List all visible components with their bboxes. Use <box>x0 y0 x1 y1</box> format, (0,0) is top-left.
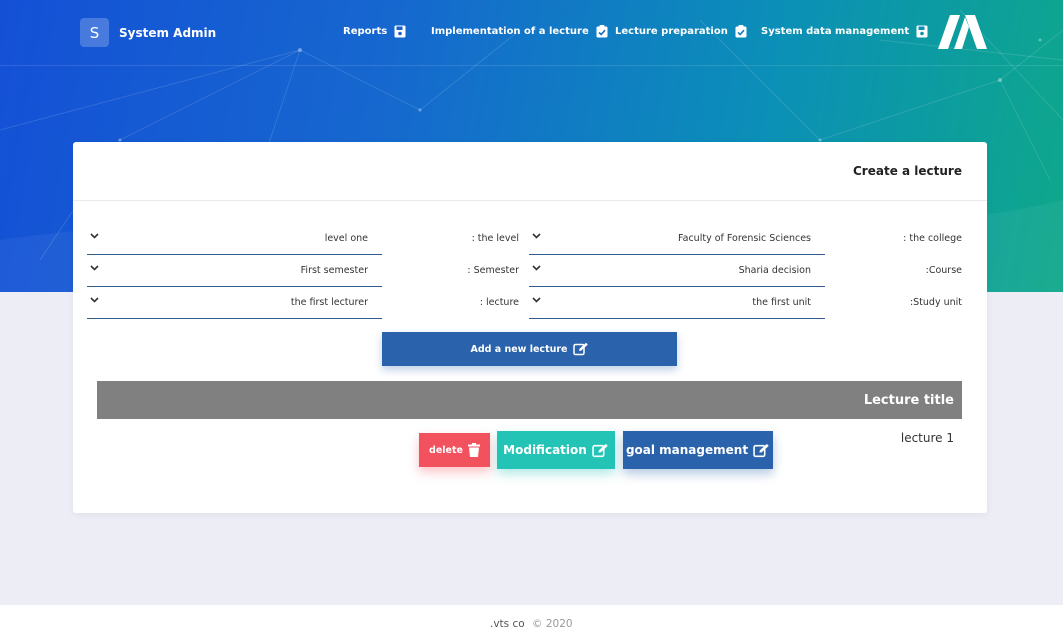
brand-badge: S <box>80 18 109 47</box>
column-header-lecture-title: Lecture title <box>863 393 954 408</box>
chevron-down-icon <box>532 297 541 303</box>
clipboard-check-icon <box>596 25 608 38</box>
brand-title: System Admin <box>119 25 217 40</box>
level-select[interactable]: level one <box>87 222 382 255</box>
course-select[interactable]: Sharia decision <box>529 254 825 287</box>
add-lecture-button[interactable]: Add a new lecture <box>382 332 677 366</box>
trash-icon <box>467 443 480 457</box>
lecturer-label: : lecture <box>479 297 519 308</box>
college-label: : the college <box>903 233 962 244</box>
card-title: Create a lecture <box>853 164 962 178</box>
card-divider <box>73 200 987 201</box>
footer-company: .vts co <box>490 618 525 630</box>
college-select[interactable]: Faculty of Forensic Sciences <box>529 222 825 255</box>
nav-item-implementation[interactable]: Implementation of a lecture <box>431 25 608 38</box>
edit-icon <box>572 342 588 356</box>
brand-logo-icon[interactable] <box>938 15 987 49</box>
chevron-down-icon <box>532 233 541 239</box>
nav-item-reports[interactable]: Reports <box>343 25 406 38</box>
level-value: level one <box>324 233 368 244</box>
course-label: :Course <box>925 265 962 276</box>
nav-item-label: Lecture preparation <box>615 26 728 37</box>
chevron-down-icon <box>90 265 99 271</box>
chevron-down-icon <box>532 265 541 271</box>
delete-label: delete <box>429 444 463 456</box>
college-value: Faculty of Forensic Sciences <box>678 233 811 244</box>
semester-select[interactable]: First semester <box>87 254 382 287</box>
goal-management-button[interactable]: goal management <box>623 431 773 469</box>
nav-item-label: System data management <box>761 26 910 37</box>
chevron-down-icon <box>90 297 99 303</box>
footer: .vts co © 2020 <box>0 605 1063 640</box>
save-icon <box>916 25 928 38</box>
nav-item-system-data-management[interactable]: System data management <box>761 25 928 38</box>
table-header: Lecture title <box>97 381 962 419</box>
course-value: Sharia decision <box>738 265 811 276</box>
goal-management-label: goal management <box>625 443 749 457</box>
modification-label: Modification <box>503 443 587 457</box>
semester-label: : Semester <box>467 265 519 276</box>
clipboard-check-icon <box>735 25 747 38</box>
create-lecture-card: Create a lecture level one : the level F… <box>73 142 987 513</box>
lecturer-select[interactable]: the first lecturer <box>87 286 382 319</box>
lecture-title-cell: lecture 1 <box>900 431 954 445</box>
nav-item-label: Reports <box>343 26 388 37</box>
chevron-down-icon <box>90 233 99 239</box>
save-icon <box>394 25 406 38</box>
nav-item-label: Implementation of a lecture <box>431 26 589 37</box>
study-unit-label: :Study unit <box>909 297 962 308</box>
semester-value: First semester <box>300 265 368 276</box>
add-lecture-label: Add a new lecture <box>470 343 568 355</box>
delete-button[interactable]: delete <box>419 433 490 467</box>
nav-item-lecture-preparation[interactable]: Lecture preparation <box>615 25 747 38</box>
footer-copyright: © 2020 <box>532 618 573 630</box>
modification-button[interactable]: Modification <box>497 431 615 469</box>
study-unit-select[interactable]: the first unit <box>529 286 825 319</box>
level-label: : the level <box>471 233 519 244</box>
edit-icon <box>753 443 769 457</box>
study-unit-value: the first unit <box>752 297 811 308</box>
brand[interactable]: S System Admin <box>80 18 216 47</box>
lecturer-value: the first lecturer <box>290 297 368 308</box>
edit-icon <box>592 443 608 457</box>
header-divider <box>0 65 1063 66</box>
